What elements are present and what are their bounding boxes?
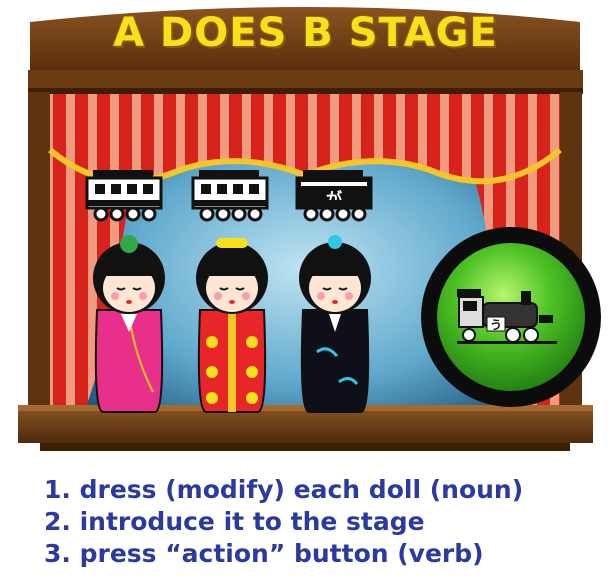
instruction-3: 3. press “action” button (verb) xyxy=(44,539,484,568)
doll-red[interactable] xyxy=(196,238,268,413)
action-button[interactable]: う xyxy=(419,225,604,410)
train-car-2 xyxy=(191,170,269,222)
stage-title: A DOES B STAGE xyxy=(113,10,498,56)
curtain-valance xyxy=(50,94,560,182)
locomotive-label: う xyxy=(490,318,502,332)
left-post xyxy=(28,92,50,412)
doll-black[interactable] xyxy=(299,235,371,413)
train-car-3: が xyxy=(295,170,373,222)
instructions-list: 1. dress (modify) each doll (noun) 2. in… xyxy=(44,474,604,570)
doll-pink[interactable] xyxy=(93,235,165,413)
train-car-1 xyxy=(85,170,163,222)
green-flower-ornament xyxy=(120,235,138,253)
instruction-1: 1. dress (modify) each doll (noun) xyxy=(44,475,524,504)
yellow-flowers-ornament xyxy=(216,238,248,248)
cyan-flower-ornament xyxy=(328,235,342,249)
instruction-2: 2. introduce it to the stage xyxy=(44,507,425,536)
